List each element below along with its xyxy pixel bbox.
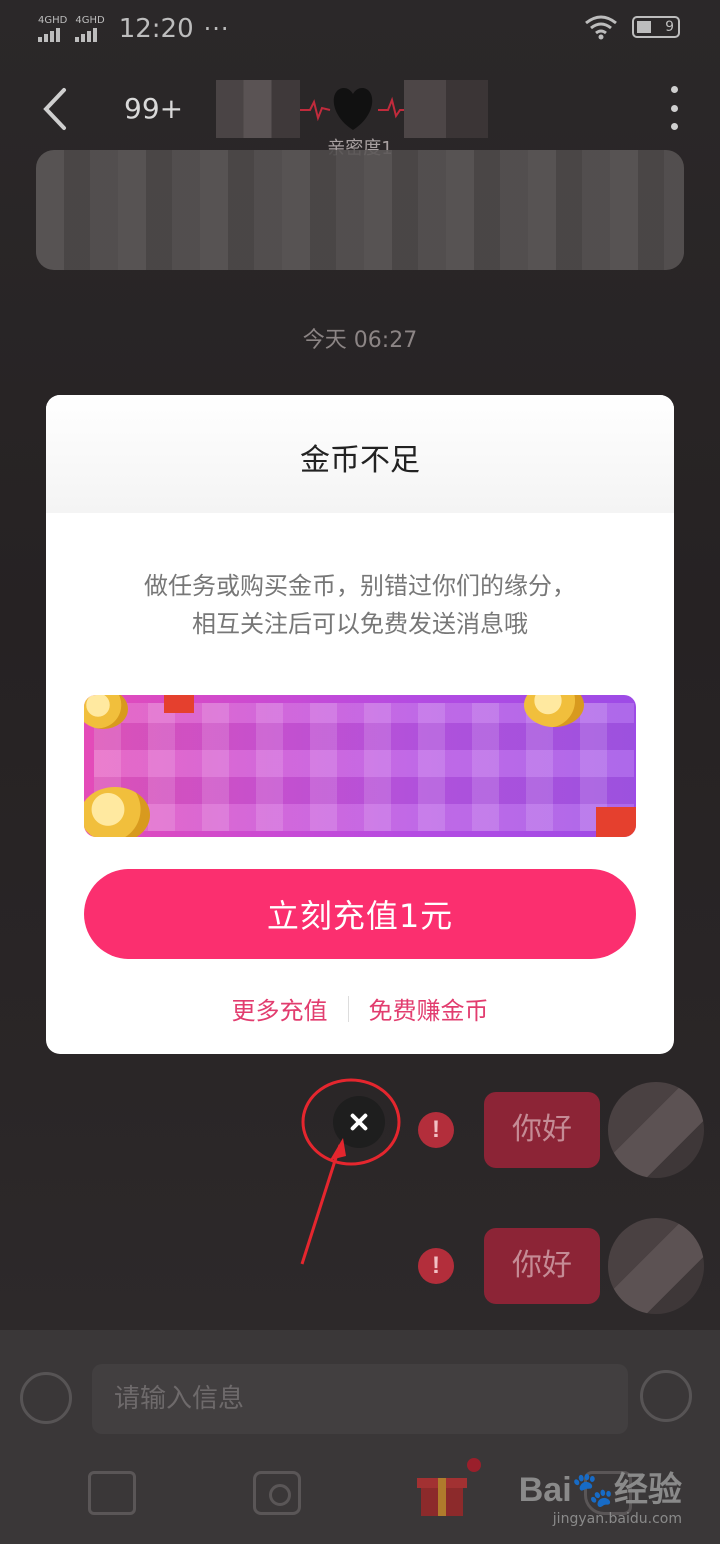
signal-icon-2: 4GHD xyxy=(75,15,105,42)
pointer-arrow xyxy=(300,1144,342,1265)
dialog-header: 金币不足 xyxy=(46,395,674,513)
back-button[interactable] xyxy=(36,84,76,134)
gift-icon[interactable] xyxy=(417,1458,482,1518)
send-failed-icon[interactable]: ! xyxy=(418,1112,454,1148)
dialog-description-line1: 做任务或购买金币，别错过你们的缘分， xyxy=(144,572,576,600)
message-row: ! 你好 xyxy=(418,1228,600,1304)
image-icon[interactable] xyxy=(88,1471,137,1515)
chat-timestamp: 今天 06:27 xyxy=(302,328,418,353)
watermark-url: jingyan.baidu.com xyxy=(552,1511,682,1527)
watermark-logo: Bai🐾经验 xyxy=(518,1471,682,1509)
contact-avatar[interactable] xyxy=(216,80,300,138)
contact-avatar-2[interactable] xyxy=(404,80,488,138)
message-bubble[interactable]: 你好 xyxy=(484,1092,600,1168)
more-icon[interactable] xyxy=(668,86,680,130)
coin-icon xyxy=(84,787,150,837)
network-label-2: 4GHD xyxy=(75,15,105,26)
recharge-button[interactable]: 立刻充值1元 xyxy=(84,869,636,959)
dialog-description-line2: 相互关注后可以免费发送消息哦 xyxy=(192,610,528,638)
network-label: 4GHD xyxy=(38,15,68,26)
pinned-notice xyxy=(36,150,684,270)
status-bar: 4GHD 4GHD 12:20 ··· 9 xyxy=(0,0,720,58)
self-avatar[interactable] xyxy=(608,1082,704,1178)
wifi-icon xyxy=(585,15,617,40)
message-input[interactable] xyxy=(92,1364,628,1434)
banner-decor xyxy=(596,807,636,837)
battery-level: 9 xyxy=(665,19,674,35)
chat-screen: 4GHD 4GHD 12:20 ··· 9 99+ 亲密度1 今天 06:27 … xyxy=(0,0,720,1544)
link-divider xyxy=(347,995,349,1022)
dialog-description: 做任务或购买金币，别错过你们的缘分， 相互关注后可以免费发送消息哦 xyxy=(46,567,674,643)
promo-banner[interactable] xyxy=(84,695,636,837)
battery-icon: 9 xyxy=(632,16,680,38)
dialog-links: 更多充值 免费赚金币 xyxy=(46,991,674,1026)
send-failed-icon[interactable]: ! xyxy=(418,1248,454,1284)
camera-icon[interactable] xyxy=(252,1471,301,1515)
gift-badge-dot xyxy=(467,1458,482,1472)
message-bubble[interactable]: 你好 xyxy=(484,1228,600,1304)
status-time: 12:20 xyxy=(118,14,194,44)
heart-icon xyxy=(300,88,406,130)
notification-dots: ··· xyxy=(203,15,230,43)
chevron-left-icon xyxy=(43,88,66,130)
voice-icon[interactable] xyxy=(20,1372,72,1424)
banner-decor xyxy=(164,695,194,713)
more-recharge-link[interactable]: 更多充值 xyxy=(232,991,328,1026)
emoji-icon[interactable] xyxy=(640,1370,692,1422)
insufficient-coins-dialog: 金币不足 做任务或购买金币，别错过你们的缘分， 相互关注后可以免费发送消息哦 立… xyxy=(46,395,674,1054)
dialog-title: 金币不足 xyxy=(300,443,420,478)
self-avatar[interactable] xyxy=(608,1218,704,1314)
chat-header: 99+ 亲密度1 xyxy=(0,58,720,159)
earn-coins-link[interactable]: 免费赚金币 xyxy=(369,991,489,1026)
close-dialog-button[interactable] xyxy=(333,1096,385,1148)
message-row: ! 你好 xyxy=(418,1092,600,1168)
watermark: Bai🐾经验 jingyan.baidu.com xyxy=(519,1462,682,1527)
unread-count: 99+ xyxy=(124,92,184,125)
signal-icon: 4GHD xyxy=(38,16,67,42)
